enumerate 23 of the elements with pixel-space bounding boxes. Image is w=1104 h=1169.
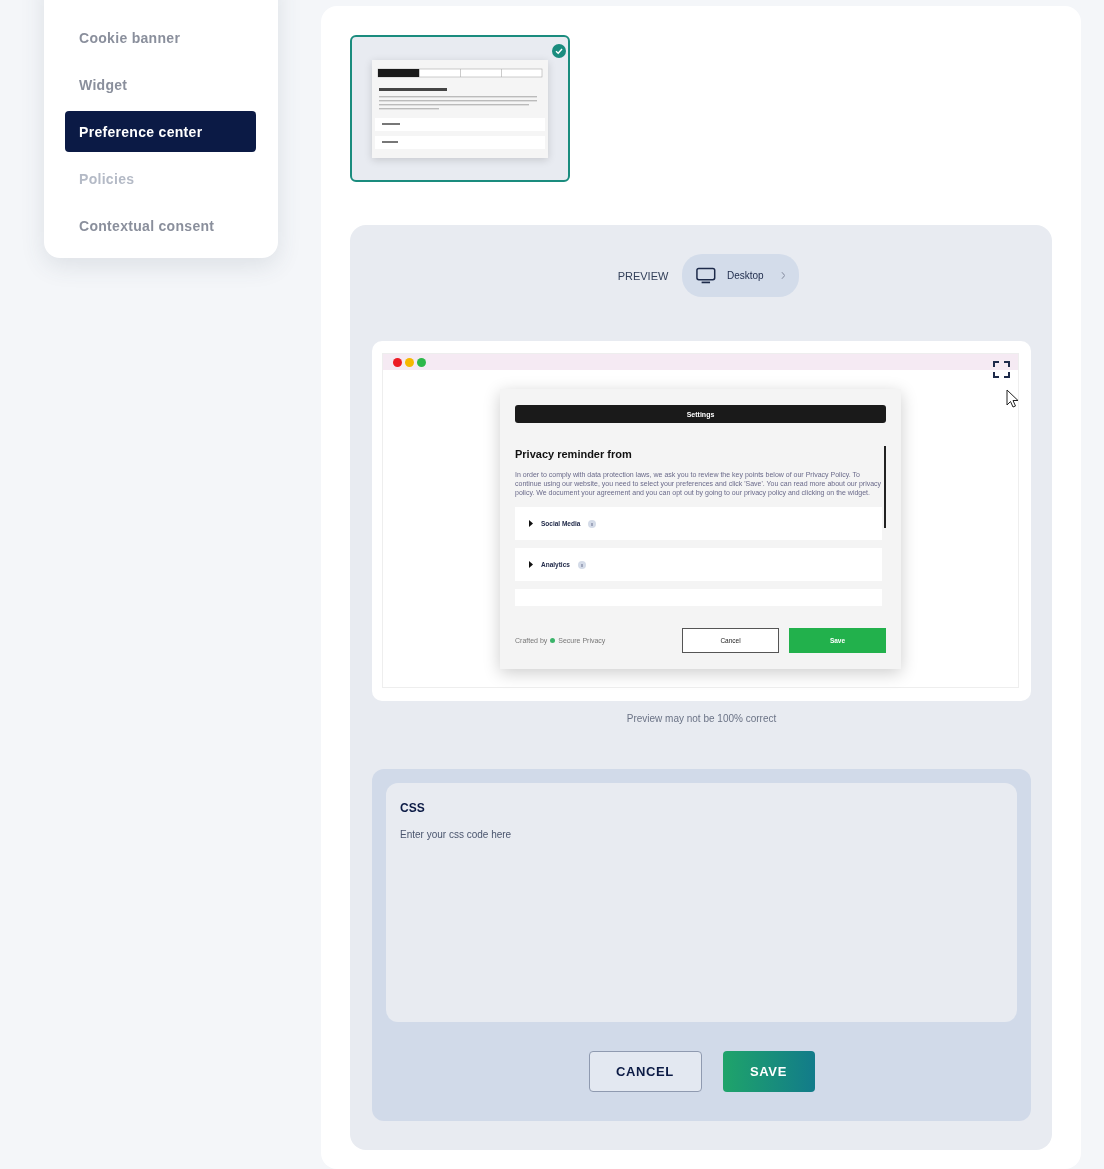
caret-icon xyxy=(529,520,533,527)
window-dot-icon xyxy=(393,357,402,367)
template-thumbnail[interactable] xyxy=(350,35,570,182)
window-dot-icon xyxy=(405,357,414,367)
chevron-right-icon xyxy=(780,271,786,280)
monitor-icon xyxy=(696,267,716,284)
preview-note: Preview may not be 100% correct xyxy=(625,713,778,724)
info-icon xyxy=(588,519,597,528)
css-editor[interactable]: CSS Enter your css code here xyxy=(386,783,1017,1022)
save-button[interactable]: SAVE xyxy=(722,1051,815,1092)
window-dot-icon xyxy=(417,357,426,367)
info-icon xyxy=(577,560,586,569)
modal-title: Privacy reminder from xyxy=(515,448,633,460)
css-label: CSS xyxy=(400,801,426,815)
sidebar-item[interactable]: Preference center xyxy=(65,111,256,152)
device-selector[interactable]: Desktop xyxy=(682,254,800,297)
preview-label: PREVIEW xyxy=(617,269,669,282)
expand-icon[interactable] xyxy=(993,361,1010,378)
caret-icon xyxy=(529,561,533,568)
css-input-field[interactable]: Enter your css code here xyxy=(400,829,1003,1004)
cancel-button[interactable]: CANCEL xyxy=(588,1051,702,1092)
check-icon xyxy=(552,44,566,58)
cursor-icon xyxy=(1006,389,1019,408)
